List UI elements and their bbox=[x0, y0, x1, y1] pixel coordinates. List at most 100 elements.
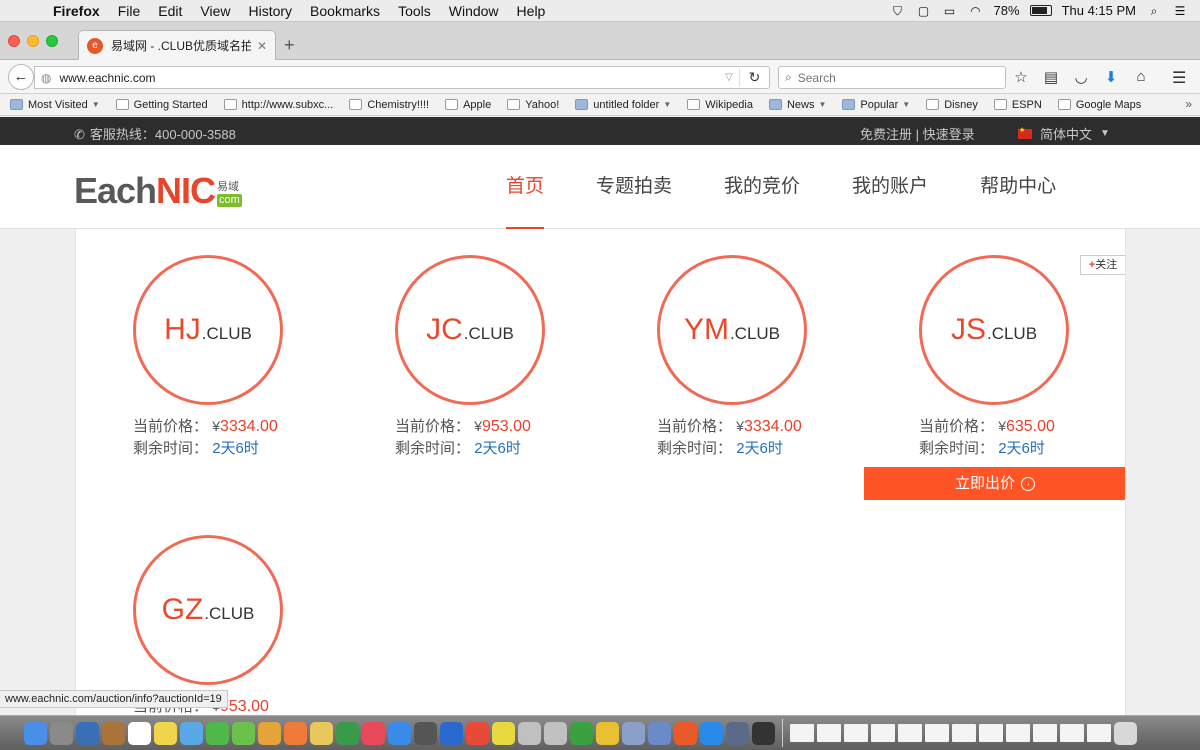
downloads-icon[interactable]: ⬇ bbox=[1102, 68, 1120, 86]
dock-app-icon[interactable] bbox=[570, 721, 593, 745]
register-login-links[interactable]: 免费注册 | 快速登录 bbox=[860, 124, 975, 143]
bookmark-star-icon[interactable]: ☆ bbox=[1012, 68, 1030, 86]
follow-button[interactable]: +关注 bbox=[1080, 255, 1125, 275]
home-icon[interactable]: ⌂ bbox=[1132, 68, 1150, 86]
domain-card[interactable]: GZ.CLUB当前价格： ¥953.00 bbox=[76, 509, 338, 715]
dock-app-icon[interactable] bbox=[726, 721, 749, 745]
menu-history[interactable]: History bbox=[239, 3, 301, 19]
dock-app-icon[interactable] bbox=[674, 721, 697, 745]
dock-app-icon[interactable] bbox=[388, 721, 411, 745]
pocket-icon[interactable]: ◡ bbox=[1072, 68, 1090, 86]
nav-special-auctions[interactable]: 专题拍卖 bbox=[596, 145, 672, 229]
dock-minimized-window-icon[interactable] bbox=[817, 724, 841, 742]
domain-ring[interactable]: YM .CLUB bbox=[657, 255, 807, 405]
dock-minimized-window-icon[interactable] bbox=[790, 724, 814, 742]
menu-view[interactable]: View bbox=[191, 3, 239, 19]
dock-app-icon[interactable] bbox=[440, 721, 463, 745]
url-text[interactable]: www.eachnic.com bbox=[59, 71, 719, 85]
bookmark-item[interactable]: Most Visited ▼ bbox=[10, 99, 100, 111]
eachnic-logo[interactable]: Each NIC 易域 com bbox=[74, 169, 242, 209]
nav-my-account[interactable]: 我的账户 bbox=[852, 145, 928, 229]
search-bar[interactable]: ⌕ bbox=[778, 66, 1006, 89]
menu-file[interactable]: File bbox=[109, 3, 150, 19]
domain-ring[interactable]: JS .CLUB bbox=[919, 255, 1069, 405]
dock-minimized-window-icon[interactable] bbox=[1033, 724, 1057, 742]
close-window-icon[interactable] bbox=[8, 35, 20, 47]
bookmark-item[interactable]: Disney bbox=[926, 99, 978, 111]
dock-minimized-window-icon[interactable] bbox=[871, 724, 895, 742]
battery-icon[interactable] bbox=[1029, 5, 1052, 16]
close-tab-icon[interactable]: ✕ bbox=[257, 39, 267, 53]
dock-app-icon[interactable] bbox=[544, 721, 567, 745]
dock-minimized-window-icon[interactable] bbox=[1006, 724, 1030, 742]
domain-ring[interactable]: GZ .CLUB bbox=[133, 535, 283, 685]
menu-help[interactable]: Help bbox=[508, 3, 555, 19]
spotlight-search-icon[interactable]: ⌕ bbox=[1146, 4, 1162, 18]
bookmark-item[interactable]: Yahoo! bbox=[507, 99, 559, 111]
dock-app-icon[interactable] bbox=[596, 721, 619, 745]
bookmark-item[interactable]: News ▼ bbox=[768, 99, 826, 111]
dock-app-icon[interactable] bbox=[154, 721, 177, 745]
dock-app-icon[interactable] bbox=[752, 721, 775, 745]
dock-app-icon[interactable] bbox=[258, 721, 281, 745]
bookmark-item[interactable]: Getting Started bbox=[115, 99, 208, 111]
fullscreen-window-icon[interactable] bbox=[46, 35, 58, 47]
domain-card[interactable]: JC .CLUB 当前价格： ¥953.00 剩余时间： 2天6时 bbox=[338, 229, 600, 479]
nav-home[interactable]: 首页 bbox=[506, 145, 545, 229]
dock-app-icon[interactable] bbox=[102, 721, 125, 745]
url-bar[interactable]: ◍ www.eachnic.com ▽ ↻ bbox=[34, 66, 770, 89]
back-button[interactable]: ← bbox=[8, 64, 34, 90]
dock-app-icon[interactable] bbox=[310, 721, 333, 745]
dock-minimized-window-icon[interactable] bbox=[925, 724, 949, 742]
dock-app-icon[interactable] bbox=[76, 721, 99, 745]
dock-app-icon[interactable] bbox=[700, 721, 723, 745]
clock[interactable]: Thu 4:15 PM bbox=[1062, 3, 1136, 18]
dock-app-icon[interactable] bbox=[466, 721, 489, 745]
bookmark-item[interactable]: ESPN bbox=[993, 99, 1042, 111]
dock-app-icon[interactable] bbox=[414, 721, 437, 745]
dock-minimized-window-icon[interactable] bbox=[952, 724, 976, 742]
shield-icon[interactable]: ⛉ bbox=[890, 4, 906, 18]
nav-help-center[interactable]: 帮助中心 bbox=[980, 145, 1056, 229]
trash-icon[interactable] bbox=[1114, 721, 1137, 745]
minimize-window-icon[interactable] bbox=[27, 35, 39, 47]
dock-minimized-window-icon[interactable] bbox=[844, 724, 868, 742]
bookmark-item[interactable]: Apple bbox=[445, 99, 491, 111]
domain-card[interactable]: YM .CLUB 当前价格： ¥3334.00 剩余时间： 2天6时 bbox=[600, 229, 862, 479]
dock-app-icon[interactable] bbox=[362, 721, 385, 745]
dock-minimized-window-icon[interactable] bbox=[1060, 724, 1084, 742]
tab-active[interactable]: e 易域网 - .CLUB优质域名拍卖 ✕ bbox=[78, 30, 276, 60]
dock-minimized-window-icon[interactable] bbox=[898, 724, 922, 742]
bookmark-item[interactable]: Google Maps bbox=[1057, 99, 1141, 111]
reload-icon[interactable]: ↻ bbox=[739, 69, 769, 86]
dock-minimized-window-icon[interactable] bbox=[979, 724, 1003, 742]
notification-center-icon[interactable]: ☰ bbox=[1172, 4, 1188, 18]
menu-bookmarks[interactable]: Bookmarks bbox=[301, 3, 389, 19]
airplay-icon[interactable]: ▭ bbox=[942, 4, 958, 18]
bookmark-item[interactable]: Wikipedia bbox=[687, 99, 753, 111]
domain-ring[interactable]: HJ .CLUB bbox=[133, 255, 283, 405]
domain-ring[interactable]: JC .CLUB bbox=[395, 255, 545, 405]
dock-app-icon[interactable] bbox=[648, 721, 671, 745]
dock-app-icon[interactable] bbox=[622, 721, 645, 745]
dock-app-icon[interactable] bbox=[50, 721, 73, 745]
dock-app-icon[interactable] bbox=[232, 721, 255, 745]
wifi-icon[interactable]: ◠ bbox=[968, 4, 984, 18]
dock-app-icon[interactable] bbox=[284, 721, 307, 745]
dock-app-icon[interactable] bbox=[180, 721, 203, 745]
menu-window[interactable]: Window bbox=[440, 3, 508, 19]
dock-app-icon[interactable] bbox=[128, 721, 151, 745]
app-menu[interactable]: Firefox bbox=[44, 3, 109, 19]
bookmark-item[interactable]: http://www.subxc... bbox=[223, 99, 333, 111]
menu-edit[interactable]: Edit bbox=[149, 3, 191, 19]
hamburger-menu-icon[interactable]: ☰ bbox=[1172, 68, 1186, 88]
search-input[interactable] bbox=[797, 70, 988, 85]
dock-app-icon[interactable] bbox=[518, 721, 541, 745]
url-dropdown-icon[interactable]: ▽ bbox=[719, 72, 739, 83]
nav-my-bids[interactable]: 我的竞价 bbox=[724, 145, 800, 229]
dock-app-icon[interactable] bbox=[206, 721, 229, 745]
domain-card[interactable]: HJ .CLUB 当前价格： ¥3334.00 剩余时间： 2天6时 bbox=[76, 229, 338, 479]
site-identity-icon[interactable]: ◍ bbox=[41, 71, 51, 85]
bookmark-item[interactable]: Chemistry!!!! bbox=[349, 99, 429, 111]
bookmark-item[interactable]: untitled folder ▼ bbox=[575, 99, 671, 111]
